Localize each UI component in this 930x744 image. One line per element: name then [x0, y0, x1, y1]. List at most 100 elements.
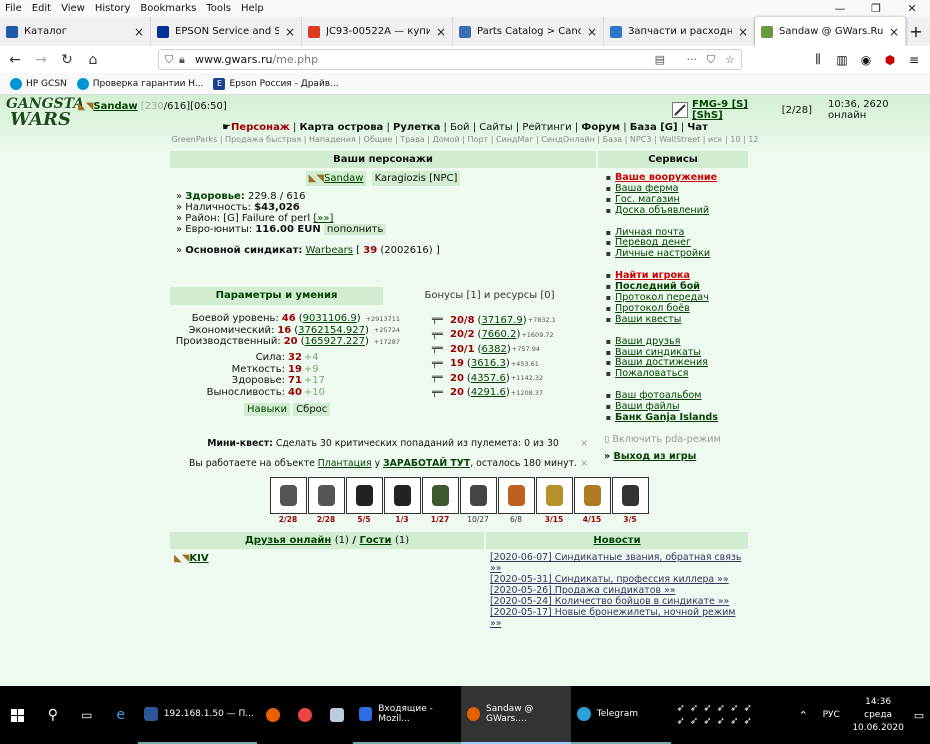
reader-icon[interactable]: ▤	[655, 53, 665, 66]
service-item[interactable]: ▪ Ваши квесты	[604, 314, 748, 325]
firefox-icon[interactable]	[257, 686, 289, 744]
exp-link[interactable]: 3762154.927	[298, 325, 365, 336]
browser-tab[interactable]: EPSON Service and Support Pag ×	[151, 17, 302, 46]
close-quest-icon[interactable]: ×	[580, 438, 588, 449]
service-item[interactable]: ▪ Ваши достижения	[604, 357, 748, 368]
notepad-icon[interactable]	[321, 686, 353, 744]
home-icon[interactable]: ⌂	[80, 47, 106, 73]
taskbar-item-rdp[interactable]: 192.168.1.50 — П...	[137, 686, 258, 744]
browser-tab[interactable]: Запчасти и расходные мат ×	[604, 17, 755, 46]
news-item[interactable]: [2020-05-24] Количество бойцов в синдика…	[490, 596, 748, 607]
service-item[interactable]: ▪ Пожаловаться	[604, 368, 748, 379]
equipment-slot[interactable]: 5/5	[345, 477, 383, 529]
oscar-icon[interactable]	[535, 477, 573, 514]
nav-item[interactable]: Персонаж	[231, 122, 290, 133]
edge-icon[interactable]: e	[104, 686, 138, 744]
vest-icon[interactable]	[383, 477, 421, 514]
exp-link[interactable]: 3616.3	[471, 358, 506, 369]
work-link[interactable]: ЗАРАБОТАЙ ТУТ	[383, 458, 470, 469]
menu-tools[interactable]: Tools	[201, 3, 236, 14]
equipment-slot[interactable]: 6/8	[497, 477, 535, 529]
menu-icon[interactable]: ≡	[902, 53, 926, 67]
exp-link[interactable]: 6382	[481, 344, 506, 355]
service-item[interactable]: ▪ Протокол боёв	[604, 303, 748, 314]
badge-icon[interactable]	[573, 477, 611, 514]
service-item[interactable]: ▪ Протокол передач	[604, 292, 748, 303]
equipment-slot[interactable]: 3/5	[611, 477, 649, 529]
news-item[interactable]: [2020-05-17] Новые бронежилеты, ночной р…	[490, 607, 748, 629]
dog-icon[interactable]	[497, 477, 535, 514]
service-item[interactable]: ▪ Ваше вооружение	[604, 172, 748, 183]
reload-icon[interactable]: ↻	[54, 47, 80, 73]
menu-bookmarks[interactable]: Bookmarks	[135, 3, 201, 14]
browser-tab[interactable]: Sandaw @ GWars.Ru ×	[755, 17, 906, 46]
service-item[interactable]: ▪ Ваш фотоальбом	[604, 390, 748, 401]
nav-item[interactable]: Рулетка	[393, 122, 440, 133]
char2-label[interactable]: Karagiozis [NPC]	[371, 171, 461, 186]
menu-view[interactable]: View	[56, 3, 90, 14]
char1-link[interactable]: Sandaw	[324, 173, 363, 184]
exit-link[interactable]: » Выход из игры	[604, 451, 748, 462]
minimize-icon[interactable]: —	[822, 0, 858, 17]
service-item[interactable]: ▪ Личная почта	[604, 227, 748, 238]
reset-button[interactable]: Сброс	[293, 403, 331, 416]
shield-icon[interactable]: ⛉	[165, 53, 173, 67]
service-item[interactable]: ▪ Личные настройки	[604, 248, 748, 259]
close-window-icon[interactable]: ✕	[894, 0, 930, 17]
taskbar-item-thunderbird[interactable]: Входящие - Mozil...	[353, 686, 461, 744]
exp-link[interactable]: 7660.2	[481, 329, 516, 340]
exp-link[interactable]: 165927.227	[305, 336, 365, 347]
district-link[interactable]: [»»]	[313, 213, 333, 224]
friends-online-link[interactable]: Друзья онлайн	[245, 535, 331, 546]
nav-item[interactable]: Форум	[581, 122, 620, 133]
pda-toggle[interactable]: ▯ Включить pda-режим	[604, 434, 748, 445]
boots-icon[interactable]	[459, 477, 497, 514]
browser-tab[interactable]: Каталог ×	[0, 17, 151, 46]
friend-link[interactable]: KIV	[189, 553, 208, 564]
start-icon[interactable]	[0, 686, 36, 744]
close-tab-icon[interactable]: ×	[738, 25, 748, 39]
service-item[interactable]: ▪ Ваши файлы	[604, 401, 748, 412]
user-link[interactable]: Sandaw	[93, 101, 137, 112]
exp-link[interactable]: 37167.9	[481, 315, 522, 326]
service-item[interactable]: ▪ Найти игрока	[604, 270, 748, 281]
topup-button[interactable]: пополнить	[323, 224, 387, 235]
sidebar-icon[interactable]: ▥	[830, 53, 854, 67]
news-link[interactable]: Новости	[593, 535, 640, 546]
rifle-icon[interactable]	[269, 477, 307, 514]
chevron-up-icon[interactable]: ⌃	[792, 686, 814, 744]
account-icon[interactable]: ◉	[854, 53, 878, 67]
service-item[interactable]: ▪ Перевод денег	[604, 237, 748, 248]
bookmark-hp-warranty[interactable]: Проверка гарантии H...	[76, 77, 203, 90]
bookmark-epson[interactable]: E Epson Россия - Драйв...	[213, 77, 339, 90]
library-icon[interactable]: ⫼	[806, 52, 830, 67]
menu-history[interactable]: History	[90, 3, 136, 14]
service-item[interactable]: ▪ Последний бой	[604, 281, 748, 292]
forward-icon[interactable]: →	[28, 47, 54, 73]
back-icon[interactable]: ←	[2, 47, 28, 73]
equipment-slot[interactable]: 4/15	[573, 477, 611, 529]
tray-icons[interactable]: ➶➶➶➶➶➶ ➶➶➶➶➶➶	[671, 686, 793, 744]
taskbar-item-firefox[interactable]: Sandaw @ GWars....	[460, 686, 571, 744]
exp-link[interactable]: 4357.6	[471, 373, 506, 384]
task-view-icon[interactable]: ▭	[70, 686, 104, 744]
equipment-slot[interactable]: 2/28	[307, 477, 345, 529]
sub-nav[interactable]: GreenParks | Продажа быстрая | Нападения…	[0, 135, 930, 144]
close-tab-icon[interactable]: ×	[436, 25, 446, 39]
close-tab-icon[interactable]: ×	[134, 25, 144, 39]
bookmark-hp[interactable]: HP GCSN	[10, 77, 67, 90]
nav-item[interactable]: База [G]	[630, 122, 678, 133]
helmet-icon[interactable]	[345, 477, 383, 514]
clock[interactable]: 14:36 среда 10.06.2020	[848, 686, 908, 744]
equipment-slot[interactable]: 2/28	[269, 477, 307, 529]
restore-icon[interactable]: ❐	[858, 0, 894, 17]
nav-item[interactable]: Чат	[687, 122, 708, 133]
more-icon[interactable]: ···	[687, 53, 698, 66]
weapon-link[interactable]: FMG-9 [S][ShS]	[692, 99, 748, 121]
service-item[interactable]: ▪ Ваша ферма	[604, 183, 748, 194]
service-item[interactable]: ▪ Доска объявлений	[604, 205, 748, 216]
equipment-slot[interactable]: 3/15	[535, 477, 573, 529]
equipment-slot[interactable]: 1/3	[383, 477, 421, 529]
binoculars-icon[interactable]	[611, 477, 649, 514]
work-place-link[interactable]: Плантация	[318, 458, 372, 469]
